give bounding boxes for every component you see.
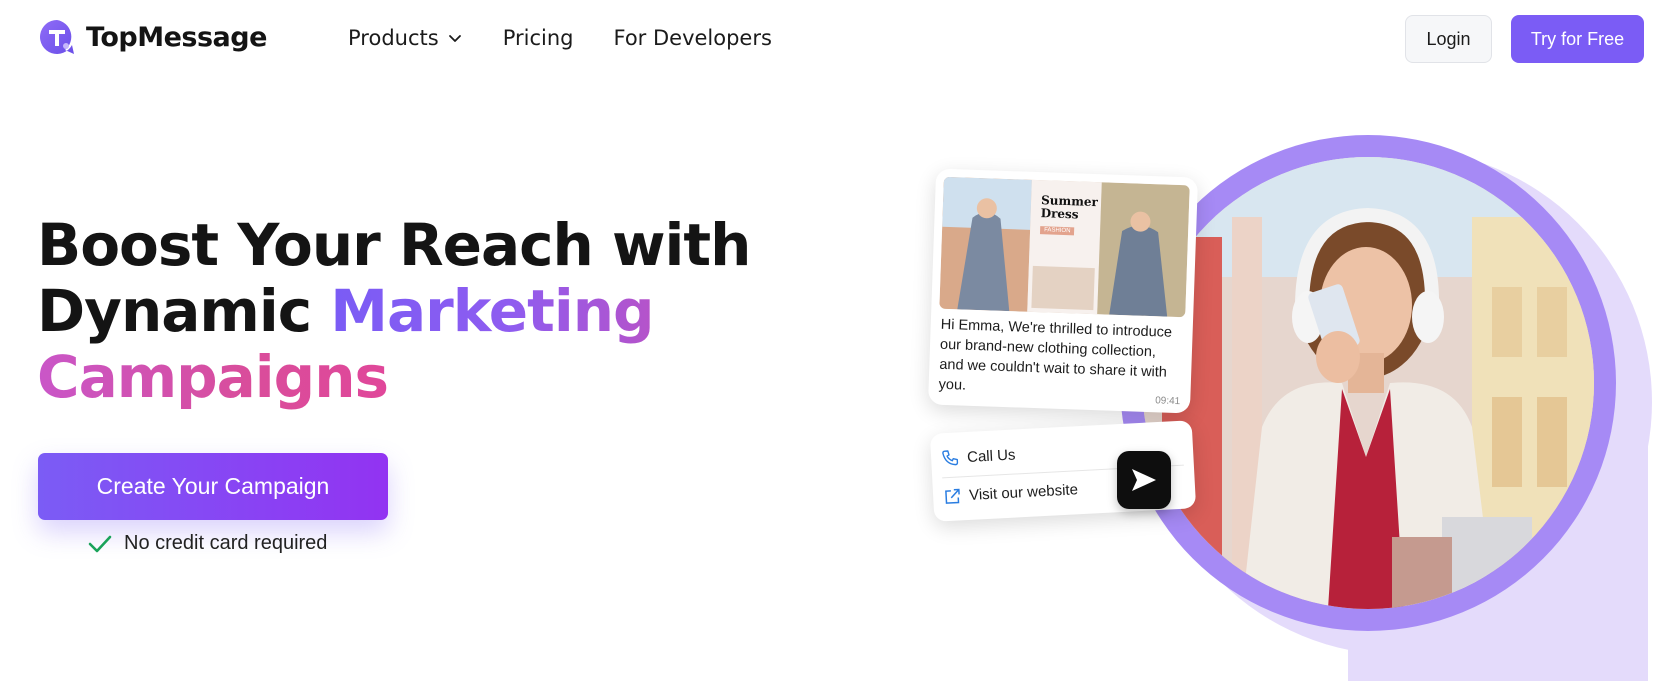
hero-title-highlight-marketing: Marketing (330, 277, 654, 345)
external-link-icon (945, 488, 960, 504)
brand-logo[interactable]: TopMessage (38, 18, 267, 56)
try-for-free-button[interactable]: Try for Free (1511, 15, 1644, 63)
visit-website-label: Visit our website (968, 481, 1079, 504)
nav-link-for-developers[interactable]: For Developers (613, 26, 771, 50)
message-text: Hi Emma, We're thrilled to introduce our… (938, 316, 1173, 394)
no-credit-card-note: No credit card required (88, 532, 327, 555)
logo-icon (38, 18, 76, 56)
nav-link-products[interactable]: Products (348, 26, 463, 50)
no-credit-card-text: No credit card required (124, 532, 328, 554)
brand-name: TopMessage (86, 21, 267, 53)
rcs-message-card: Summer Dress FASHION Hi Emma, We're thri… (927, 168, 1199, 414)
phone-icon (942, 450, 959, 466)
nav-link-pricing[interactable]: Pricing (503, 26, 574, 50)
summer-dress-promo-image: Summer Dress FASHION (939, 176, 1190, 318)
promo-tag: FASHION (1039, 226, 1075, 236)
send-icon (1132, 469, 1156, 491)
create-campaign-button[interactable]: Create Your Campaign (38, 453, 388, 520)
check-icon (88, 535, 112, 552)
nav-link-label: Products (348, 26, 439, 50)
login-button[interactable]: Login (1405, 15, 1492, 63)
hero-title-highlight-campaigns: Campaigns (37, 343, 389, 411)
nav-link-label: For Developers (613, 26, 772, 50)
hero-title-line-2-prefix: Dynamic (37, 277, 331, 345)
top-navigation: TopMessage Products Pricing For Develope… (0, 0, 1667, 78)
promo-title: Summer Dress (1040, 193, 1099, 222)
hero-title: Boost Your Reach with Dynamic Marketing … (37, 211, 751, 411)
send-button[interactable] (1117, 451, 1171, 509)
message-time: 09:41 (1155, 395, 1181, 408)
woman-with-phone-photo (1142, 157, 1594, 609)
hero-illustration: Summer Dress FASHION Hi Emma, We're thri… (920, 135, 1652, 681)
main-menu: Products Pricing For Developers (348, 26, 772, 50)
hero-title-line-1: Boost Your Reach with (37, 211, 751, 279)
nav-link-label: Pricing (502, 26, 574, 50)
chevron-down-icon (448, 35, 461, 42)
call-us-label: Call Us (966, 445, 1016, 466)
